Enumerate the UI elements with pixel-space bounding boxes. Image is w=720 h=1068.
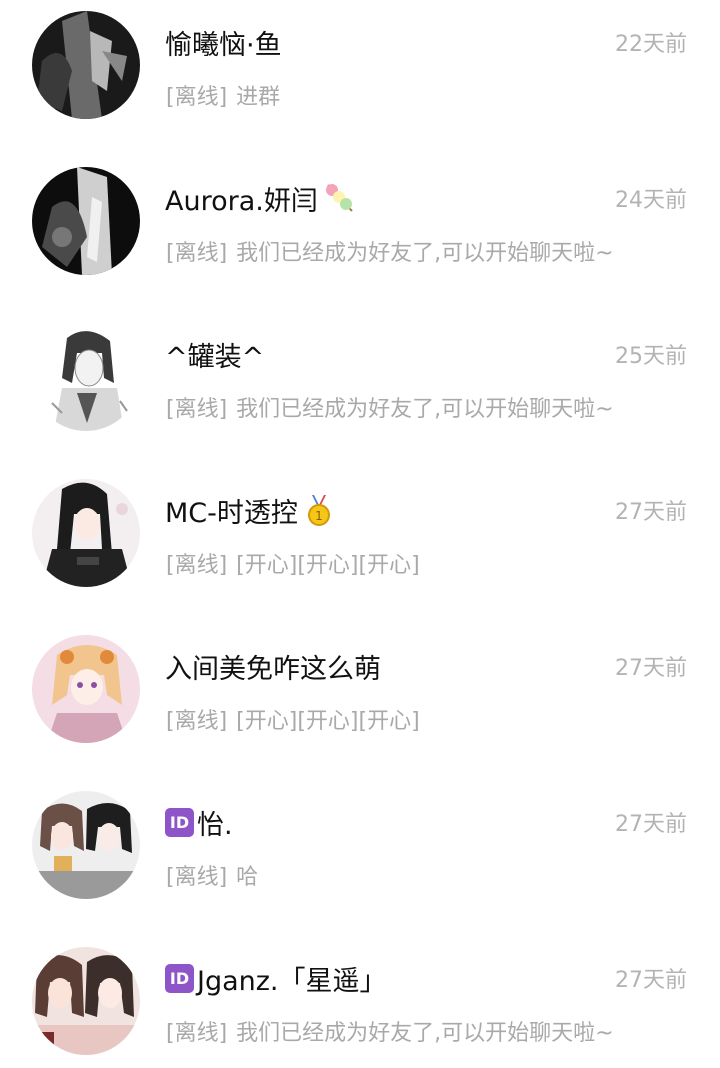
contact-name: ^罐装^	[165, 334, 264, 374]
chat-list-item[interactable]: 愉曦恼·鱼 22天前 [离线] 进群	[0, 11, 720, 178]
status-label: [离线]	[166, 553, 228, 578]
avatar[interactable]	[32, 791, 140, 899]
chat-list: 愉曦恼·鱼 22天前 [离线] 进群 Aurora.妍闫 24天前 [离线] 我们已…	[0, 0, 720, 1068]
chat-list-item[interactable]: ID 怡. 27天前 [离线] 哈	[0, 791, 720, 958]
message-time: 25天前	[615, 344, 687, 369]
message-time: 27天前	[615, 500, 687, 525]
status-label: [离线]	[166, 397, 228, 422]
message-preview: [离线] 进群	[166, 77, 280, 113]
contact-name: 入间美免咋这么萌	[165, 646, 381, 686]
message-preview: [离线] 哈	[166, 857, 258, 893]
message-preview: [离线] 我们已经成为好友了,可以开始聊天啦~	[166, 233, 614, 269]
avatar[interactable]	[32, 323, 140, 431]
status-label: [离线]	[166, 865, 228, 890]
contact-name-text: MC-时透控	[165, 497, 298, 529]
contact-name: Aurora.妍闫	[165, 178, 356, 218]
contact-name: 愉曦恼·鱼	[165, 22, 282, 62]
contact-name-text: ^罐装^	[165, 341, 265, 373]
message-time: 27天前	[615, 812, 687, 837]
avatar[interactable]	[32, 167, 140, 275]
message-text: 进群	[236, 85, 281, 110]
message-text: 哈	[236, 865, 259, 890]
chat-list-item[interactable]: 入间美免咋这么萌 27天前 [离线] [开心][开心][开心]	[0, 635, 720, 802]
status-label: [离线]	[166, 241, 228, 266]
contact-name-text: 入间美免咋这么萌	[165, 653, 381, 685]
contact-name-text: 怡.	[197, 809, 233, 841]
message-time: 22天前	[615, 32, 687, 57]
contact-name: ID Jganz.「星遥」	[165, 958, 387, 998]
id-badge-icon: ID	[165, 963, 194, 993]
avatar[interactable]	[32, 635, 140, 743]
contact-name-text: 愉曦恼·鱼	[165, 29, 282, 61]
contact-name: ID 怡.	[165, 802, 233, 842]
message-text: 我们已经成为好友了,可以开始聊天啦~	[236, 397, 614, 422]
dango-emoji-icon	[322, 181, 356, 215]
gold-medal-icon: 1	[302, 493, 336, 527]
chat-list-item[interactable]: ^罐装^ 25天前 [离线] 我们已经成为好友了,可以开始聊天啦~	[0, 323, 720, 490]
contact-name: MC-时透控 1	[165, 490, 336, 530]
chat-list-item[interactable]: MC-时透控 1 27天前 [离线] [开心][开心][开心]	[0, 479, 720, 646]
chat-list-item[interactable]: ID Jganz.「星遥」 27天前 [离线] 我们已经成为好友了,可以开始聊天啦…	[0, 947, 720, 1068]
status-label: [离线]	[166, 85, 228, 110]
avatar[interactable]	[32, 479, 140, 587]
message-time: 27天前	[615, 656, 687, 681]
message-time: 24天前	[615, 188, 687, 213]
message-preview: [离线] [开心][开心][开心]	[166, 701, 420, 737]
avatar[interactable]	[32, 11, 140, 119]
message-text: 我们已经成为好友了,可以开始聊天啦~	[236, 241, 614, 266]
svg-text:1: 1	[315, 509, 323, 523]
contact-name-text: Aurora.妍闫	[165, 185, 318, 217]
message-time: 27天前	[615, 968, 687, 993]
chat-list-item[interactable]: Aurora.妍闫 24天前 [离线] 我们已经成为好友了,可以开始聊天啦~	[0, 167, 720, 334]
contact-name-text: Jganz.「星遥」	[197, 965, 387, 997]
message-text: 我们已经成为好友了,可以开始聊天啦~	[236, 1021, 614, 1046]
status-label: [离线]	[166, 1021, 228, 1046]
message-text: [开心][开心][开心]	[236, 553, 420, 578]
message-preview: [离线] 我们已经成为好友了,可以开始聊天啦~	[166, 1013, 614, 1049]
message-text: [开心][开心][开心]	[236, 709, 420, 734]
message-preview: [离线] [开心][开心][开心]	[166, 545, 420, 581]
message-preview: [离线] 我们已经成为好友了,可以开始聊天啦~	[166, 389, 614, 425]
avatar[interactable]	[32, 947, 140, 1055]
status-label: [离线]	[166, 709, 228, 734]
id-badge-icon: ID	[165, 807, 194, 837]
